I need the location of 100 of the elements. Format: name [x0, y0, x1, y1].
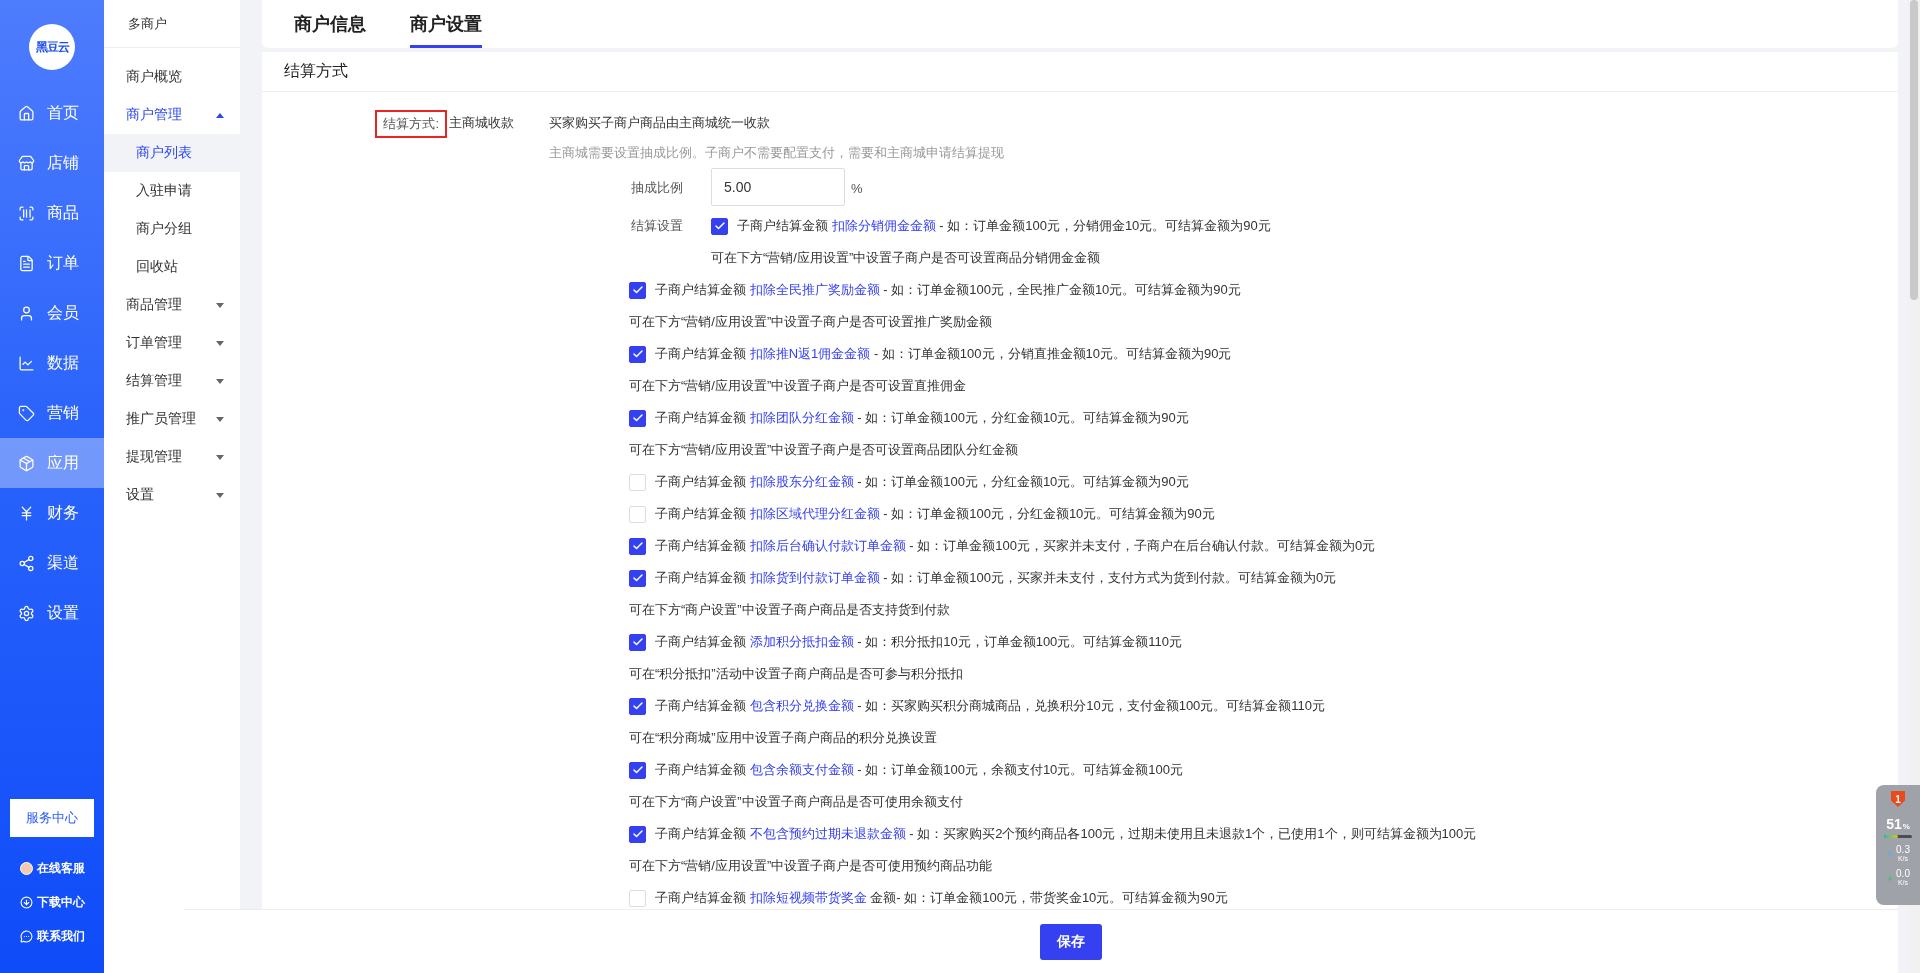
menu-item[interactable]: 订单管理: [104, 324, 240, 362]
nav-label: 订单: [47, 252, 79, 273]
rule-link[interactable]: 扣除分销佣金金额: [831, 218, 936, 233]
caret-icon: [216, 302, 224, 308]
usage-percent: 51: [1886, 816, 1902, 832]
checkbox[interactable]: [711, 217, 728, 235]
document-icon: [18, 254, 35, 272]
nav-label: 会员: [47, 302, 79, 323]
tab[interactable]: 商户设置: [410, 0, 482, 48]
checkbox[interactable]: [629, 409, 646, 427]
rule-text: 子商户结算金额 包含积分兑换金额 - 如：买家购买积分商城商品，兑换积分10元，支付金额100元。可结算金额110元: [655, 697, 1326, 715]
check-icon: [631, 828, 644, 840]
service-center-button[interactable]: 服务中心: [10, 799, 94, 837]
rule-link[interactable]: 扣除货到付款订单金额: [749, 570, 880, 585]
sub-sidebar-title: 多商户: [104, 0, 240, 48]
rule-text: 子商户结算金额 扣除短视频带货奖金 金额- 如：订单金额100元，带货奖金10元。可结算金额为90元: [655, 889, 1228, 907]
nav-item[interactable]: 渠道: [0, 538, 104, 588]
nav-label: 渠道: [47, 552, 79, 573]
box-icon: [18, 454, 35, 472]
check-icon: [631, 636, 644, 648]
settings-label: 结算设置: [630, 217, 684, 235]
tag-icon: [18, 404, 35, 422]
store-icon: [18, 154, 35, 172]
check-icon: [631, 572, 644, 584]
rule-text: 子商户结算金额 包含余额支付金额 - 如：订单金额100元，余额支付10元。可结算金额100元: [655, 761, 1184, 779]
rate-input[interactable]: 5.00: [711, 168, 845, 206]
checkbox[interactable]: [629, 281, 646, 299]
nav-item[interactable]: 会员: [0, 288, 104, 338]
rule-link[interactable]: 添加积分抵扣金额: [749, 634, 854, 649]
menu-item[interactable]: 提现管理: [104, 438, 240, 476]
percent-unit: %: [1902, 822, 1910, 831]
field-value: 主商城收款: [448, 114, 515, 132]
upload-icon: [1886, 849, 1895, 858]
rule-note: 可在“积分抵扣”活动中设置子商户商品是否可参与积分抵扣: [629, 665, 964, 683]
rule-link[interactable]: 扣除全民推广奖励金额: [749, 282, 880, 297]
submenu-item[interactable]: 回收站: [104, 248, 240, 286]
barcode-icon: [18, 204, 35, 222]
rule-link[interactable]: 扣除区域代理分红金额: [749, 506, 880, 521]
rule-note: 可在下方“营销/应用设置”中设置子商户是否可设置推广奖励金额: [629, 313, 994, 331]
submenu-item[interactable]: 入驻申请: [104, 172, 240, 210]
rule-link[interactable]: 包含余额支付金额: [749, 762, 854, 777]
rule-link[interactable]: 包含积分兑换金额: [749, 698, 854, 713]
menu-item[interactable]: 设置: [104, 476, 240, 514]
menu-item[interactable]: 推广员管理: [104, 400, 240, 438]
menu-item[interactable]: 商品管理: [104, 286, 240, 324]
chat-icon: [20, 929, 33, 943]
check-icon: [631, 284, 644, 296]
rule-note: 可在下方“营销/应用设置”中设置子商户是否可设置直推佣金: [629, 377, 968, 395]
nav-item[interactable]: 首页: [0, 88, 104, 138]
caret-icon: [216, 492, 224, 498]
menu-item[interactable]: 商户概览: [104, 58, 240, 96]
checkbox[interactable]: [629, 697, 646, 715]
sidebar-link[interactable]: 下载中心: [0, 885, 104, 919]
download-icon: [20, 895, 33, 909]
caret-icon: [216, 340, 224, 346]
check-icon: [631, 764, 644, 776]
tab[interactable]: 商户信息: [294, 0, 366, 48]
nav-item[interactable]: 营销: [0, 388, 104, 438]
home-icon: [18, 104, 35, 122]
rule-note: 可在下方“商户设置”中设置子商户商品是否可使用余额支付: [629, 793, 964, 811]
nav-item[interactable]: 商品: [0, 188, 104, 238]
nav-item[interactable]: 设置: [0, 588, 104, 638]
rule-note: 可在下方“营销/应用设置”中设置子商户是否可设置商品团队分红金额: [629, 441, 1020, 459]
settings-icon: [18, 604, 35, 622]
rule-text: 子商户结算金额 添加积分抵扣金额 - 如：积分抵扣10元，订单金额100元。可结算金额110元: [655, 633, 1183, 651]
sidebar-link[interactable]: 在线客服: [0, 851, 104, 885]
rule-link[interactable]: 扣除团队分红金额: [749, 410, 854, 425]
nav-item[interactable]: 财务: [0, 488, 104, 538]
submenu-item[interactable]: 商户分组: [104, 210, 240, 248]
rule-text: 子商户结算金额 扣除分销佣金金额 - 如：订单金额100元，分销佣金10元。可结算金额为90元: [737, 217, 1271, 235]
checkbox[interactable]: [629, 569, 646, 587]
rule-link[interactable]: 扣除推N返1佣金金额: [749, 346, 871, 361]
checkbox[interactable]: [629, 633, 646, 651]
nav-item[interactable]: 数据: [0, 338, 104, 388]
rule-link[interactable]: 扣除短视频带货奖金: [749, 890, 867, 905]
checkbox[interactable]: [629, 537, 646, 555]
nav-item[interactable]: 店铺: [0, 138, 104, 188]
rule-note: 可在“积分商城”应用中设置子商户商品的积分兑换设置: [629, 729, 938, 747]
rate-label: 抽成比例: [630, 179, 684, 197]
checkbox[interactable]: [629, 761, 646, 779]
caret-icon: [216, 454, 224, 460]
rule-link[interactable]: 扣除后台确认付款订单金额: [749, 538, 906, 553]
menu-item[interactable]: 结算管理: [104, 362, 240, 400]
save-button[interactable]: 保存: [1040, 923, 1102, 960]
submenu-item[interactable]: 商户列表: [104, 134, 240, 172]
check-icon: [631, 540, 644, 552]
rule-link[interactable]: 不包含预约过期未退款金额: [749, 826, 906, 841]
chart-icon: [18, 354, 35, 372]
nav-item[interactable]: 订单: [0, 238, 104, 288]
checkbox[interactable]: [629, 825, 646, 843]
nav-label: 财务: [47, 502, 79, 523]
download-icon: [1886, 873, 1895, 882]
upload-speed: 0.3: [1896, 845, 1910, 855]
field-label: 结算方式:: [375, 110, 447, 138]
checkbox[interactable]: [629, 345, 646, 363]
sidebar-link[interactable]: 联系我们: [0, 919, 104, 953]
rule-link[interactable]: 扣除股东分红金额: [749, 474, 854, 489]
rule-text: 子商户结算金额 扣除全民推广奖励金额 - 如：订单金额100元，全民推广金额10元。可结算金额为90元: [655, 281, 1241, 299]
menu-item[interactable]: 商户管理: [104, 96, 240, 134]
user-icon: [18, 304, 35, 322]
